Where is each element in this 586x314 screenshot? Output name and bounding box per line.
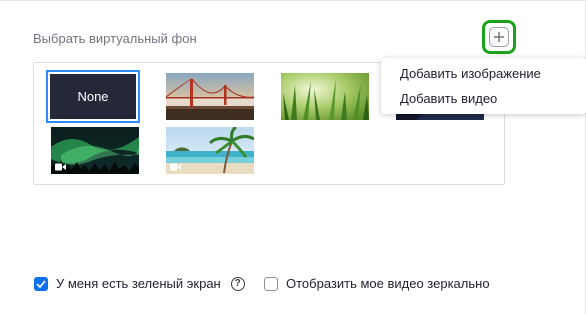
mirror-video-checkbox[interactable] xyxy=(264,276,278,291)
background-none[interactable]: None xyxy=(46,70,140,123)
checkmark-icon xyxy=(36,279,46,288)
background-none-label: None xyxy=(77,89,109,104)
video-camera-icon xyxy=(55,163,66,171)
green-screen-checkbox[interactable] xyxy=(34,276,48,291)
help-icon[interactable]: ? xyxy=(230,276,245,291)
background-green-grass[interactable] xyxy=(281,73,369,120)
menu-item-add-video[interactable]: Добавить видео xyxy=(400,91,497,106)
mirror-video-label[interactable]: Отобразить мое видео зеркально xyxy=(286,276,490,291)
section-title: Выбрать виртуальный фон xyxy=(33,31,197,46)
top-border xyxy=(0,0,586,1)
add-background-button-highlight xyxy=(482,20,516,54)
background-golden-gate[interactable] xyxy=(166,73,254,120)
video-camera-icon xyxy=(170,163,181,171)
add-background-button[interactable] xyxy=(489,27,509,47)
background-beach-palm[interactable] xyxy=(166,127,254,174)
menu-item-add-image[interactable]: Добавить изображение xyxy=(400,66,541,81)
mirror-video-option: Отобразить мое видео зеркально xyxy=(264,276,490,291)
green-screen-option: У меня есть зеленый экран ? xyxy=(34,276,245,291)
background-aurora[interactable] xyxy=(51,127,139,174)
add-background-menu: Добавить изображение Добавить видео xyxy=(381,58,586,114)
green-screen-label[interactable]: У меня есть зеленый экран xyxy=(56,276,221,291)
plus-icon xyxy=(493,31,505,43)
